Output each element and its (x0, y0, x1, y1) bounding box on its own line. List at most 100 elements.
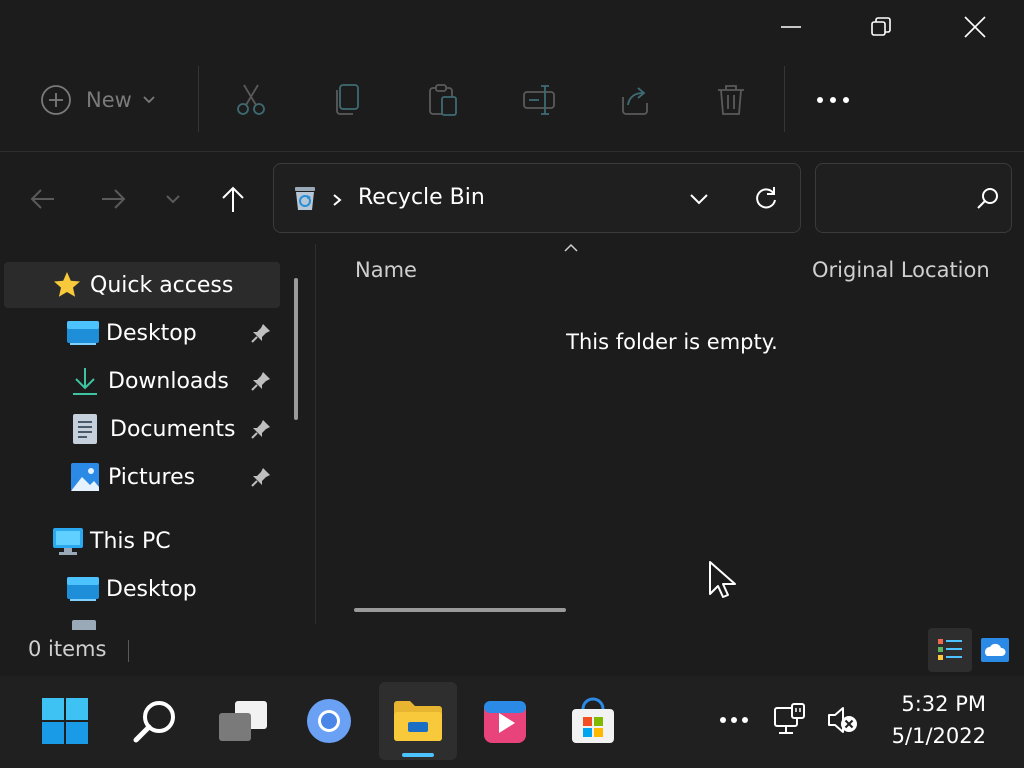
taskbar-clipchamp-button[interactable] (466, 682, 544, 760)
preview-view-icon (981, 638, 1009, 662)
desktop-folder-icon (67, 321, 99, 345)
column-header-name[interactable]: Name (355, 258, 417, 282)
sidebar-item-documents[interactable]: Documents (4, 406, 280, 452)
taskbar-chromium-button[interactable] (290, 682, 368, 760)
forward-button[interactable] (92, 178, 134, 220)
share-icon (622, 87, 648, 115)
copy-icon (336, 84, 359, 115)
search-icon (133, 701, 175, 743)
pin-icon[interactable] (250, 418, 272, 440)
arrow-left-icon (30, 189, 54, 209)
plus-circle-icon (41, 85, 71, 115)
video-player-icon (484, 701, 526, 743)
arrow-up-icon (222, 186, 244, 212)
refresh-icon (756, 187, 776, 209)
sort-ascending-icon (564, 243, 578, 252)
sidebar-item-pc-desktop[interactable]: Desktop (4, 566, 280, 612)
arrow-right-icon (102, 189, 126, 209)
up-button[interactable] (212, 178, 254, 220)
sidebar-item-label: Quick access (90, 272, 234, 298)
restore-button[interactable] (858, 6, 904, 48)
pane-divider[interactable] (315, 244, 316, 624)
details-view-button[interactable] (928, 628, 972, 672)
address-bar[interactable]: Recycle Bin (273, 163, 801, 233)
computer-icon (53, 528, 83, 555)
chevron-down-icon (143, 96, 155, 104)
clock-time: 5:32 PM (901, 692, 986, 716)
empty-folder-message: This folder is empty. (566, 330, 778, 354)
command-bar: New (0, 56, 1024, 152)
details-view-icon (938, 639, 962, 660)
sidebar-item-this-pc[interactable]: This PC (4, 518, 280, 564)
sidebar-item-label: Desktop (106, 576, 197, 602)
minimize-button[interactable] (768, 6, 814, 48)
clock-date: 5/1/2022 (891, 724, 986, 748)
copy-button[interactable] (324, 76, 370, 124)
more-icon (817, 97, 849, 103)
download-icon (73, 368, 97, 395)
start-button[interactable] (26, 682, 104, 760)
delete-button[interactable] (708, 76, 754, 124)
taskbar-search-button[interactable] (116, 682, 194, 760)
paste-button[interactable] (420, 76, 466, 124)
chevron-right-icon (333, 194, 342, 206)
toolbar-divider (784, 66, 785, 132)
more-options-button[interactable] (808, 76, 858, 124)
close-button[interactable] (952, 6, 998, 48)
volume-button[interactable] (822, 700, 862, 740)
taskbar-file-explorer-button[interactable] (379, 682, 457, 760)
pin-icon[interactable] (250, 322, 272, 344)
active-app-indicator (402, 753, 434, 757)
sidebar-scrollbar[interactable] (294, 278, 298, 420)
restore-icon (871, 17, 891, 36)
chevron-down-icon (166, 195, 180, 204)
new-button-label: New (86, 88, 132, 112)
chevron-down-icon (690, 194, 708, 205)
recent-locations-button[interactable] (152, 178, 194, 220)
cut-button[interactable] (228, 76, 274, 124)
sidebar-item-partial (72, 620, 96, 630)
chromium-browser-icon (307, 699, 351, 743)
sidebar-item-desktop[interactable]: Desktop (4, 310, 280, 356)
desktop-folder-icon (67, 577, 99, 601)
sidebar-item-downloads[interactable]: Downloads (4, 358, 280, 404)
sidebar-item-label: Downloads (108, 368, 229, 394)
rename-icon (523, 85, 555, 115)
address-history-button[interactable] (682, 182, 716, 216)
cut-icon (237, 84, 265, 115)
sidebar-item-label: This PC (90, 528, 171, 554)
new-button[interactable]: New (40, 76, 168, 124)
delete-icon (718, 85, 744, 115)
pin-icon[interactable] (250, 370, 272, 392)
rename-button[interactable] (516, 76, 562, 124)
close-icon (964, 16, 986, 38)
search-input[interactable] (828, 182, 968, 216)
document-icon (73, 414, 97, 444)
minimize-icon (781, 26, 801, 28)
show-hidden-icons-button[interactable] (716, 706, 752, 734)
pictures-icon (71, 463, 99, 491)
toolbar-divider (198, 66, 199, 132)
network-status-button[interactable] (770, 700, 810, 740)
pin-icon[interactable] (250, 466, 272, 488)
windows-logo-icon (42, 698, 88, 744)
volume-muted-icon (828, 707, 857, 733)
sidebar-item-quick-access[interactable]: Quick access (4, 262, 280, 308)
taskbar: 5:32 PM 5/1/2022 (0, 676, 1024, 768)
taskbar-store-button[interactable] (554, 682, 632, 760)
sidebar-item-pictures[interactable]: Pictures (4, 454, 280, 500)
content-horizontal-scrollbar[interactable] (354, 608, 566, 612)
column-header-original-location[interactable]: Original Location (812, 258, 990, 282)
search-icon (977, 188, 998, 209)
taskbar-clock[interactable]: 5:32 PM 5/1/2022 (892, 688, 986, 752)
search-box[interactable] (815, 163, 1012, 233)
network-wired-icon (774, 703, 805, 734)
share-button[interactable] (612, 76, 658, 124)
refresh-button[interactable] (748, 180, 784, 216)
task-view-button[interactable] (204, 682, 282, 760)
sidebar-item-label: Documents (110, 416, 236, 442)
tiles-view-button[interactable] (976, 628, 1014, 672)
more-icon (720, 717, 748, 723)
address-location: Recycle Bin (358, 185, 485, 210)
back-button[interactable] (22, 178, 64, 220)
